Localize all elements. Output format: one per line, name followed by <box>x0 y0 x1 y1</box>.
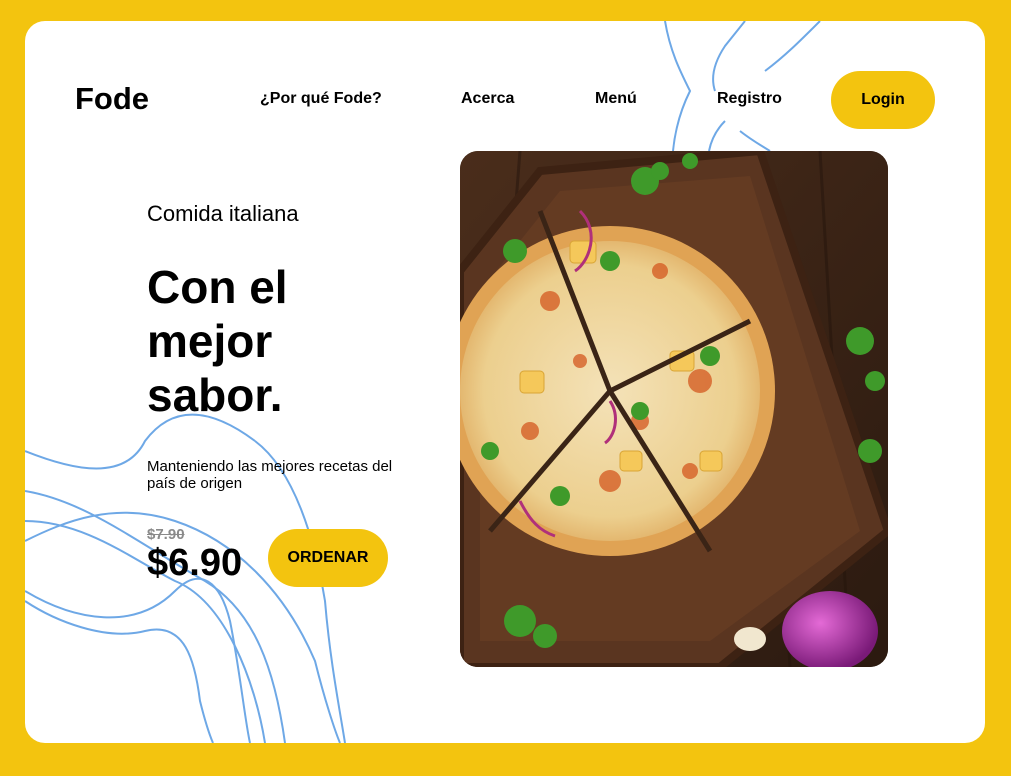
login-button[interactable]: Login <box>831 71 935 129</box>
nav-item-about[interactable]: Acerca <box>461 90 514 108</box>
nav-item-menu[interactable]: Menú <box>595 90 637 108</box>
old-price: $7.90 <box>147 526 185 543</box>
order-button[interactable]: ORDENAR <box>268 529 388 587</box>
brand-logo[interactable]: Fode <box>75 81 149 117</box>
current-price: $6.90 <box>147 542 243 584</box>
pizza-image <box>460 151 888 667</box>
hero-headline: Con el mejor sabor. <box>147 261 288 421</box>
hero-tagline: Manteniendo las mejores recetas del país… <box>147 458 393 492</box>
nav-item-why-fode[interactable]: ¿Por qué Fode? <box>260 90 382 108</box>
nav-item-register[interactable]: Registro <box>717 90 782 108</box>
pizza-illustration <box>460 151 888 667</box>
main-card: Fode ¿Por qué Fode? Acerca Menú Registro… <box>25 21 985 743</box>
hero-eyebrow: Comida italiana <box>147 201 299 226</box>
